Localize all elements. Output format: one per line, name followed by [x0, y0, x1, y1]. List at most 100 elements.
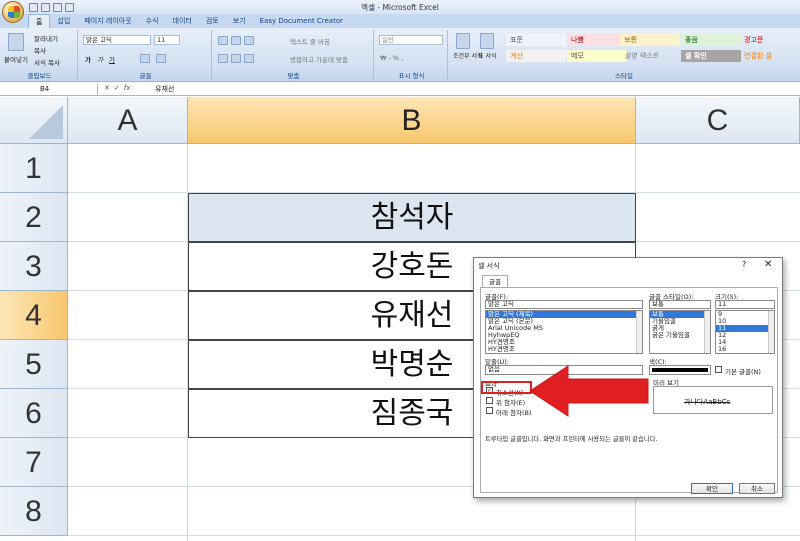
print-preview-icon[interactable]: [65, 2, 74, 12]
italic-button[interactable]: 가: [97, 54, 103, 64]
normal-font-label: 기본 글꼴(N): [725, 368, 761, 376]
style-good[interactable]: 좋음: [681, 34, 741, 46]
align-center-icon[interactable]: [231, 54, 241, 63]
font-color-icon[interactable]: [156, 54, 166, 63]
merge-center-button[interactable]: 병합하고 가운데 맞춤: [290, 54, 348, 64]
row-header-7[interactable]: 7: [0, 438, 68, 487]
align-left-icon[interactable]: [218, 54, 228, 63]
align-right-icon[interactable]: [244, 54, 254, 63]
scrollbar[interactable]: [636, 311, 642, 353]
bold-button[interactable]: 가: [85, 54, 91, 64]
style-bad[interactable]: 나쁨: [567, 34, 627, 46]
tab-review[interactable]: 검토: [199, 14, 226, 28]
tab-view[interactable]: 보기: [226, 14, 253, 28]
title-bar: 엑셀 - Microsoft Excel: [0, 0, 800, 14]
office-button[interactable]: [2, 1, 24, 23]
tab-font[interactable]: 글꼴: [482, 275, 508, 287]
row-header-3[interactable]: 3: [0, 242, 68, 291]
style-input[interactable]: 보통: [649, 300, 711, 309]
formula-bar: B4 ✕ ✓ fx 유재선: [0, 83, 800, 96]
formula-input[interactable]: 유재선: [155, 83, 174, 96]
row-header-6[interactable]: 6: [0, 389, 68, 438]
cut-button[interactable]: 잘라내기: [34, 33, 58, 43]
number-label: 표시 형식: [398, 72, 425, 80]
ribbon-tabs: 홈 삽입 페이지 레이아웃 수식 데이터 검토 보기 Easy Document…: [0, 14, 800, 28]
list-item[interactable]: 굵은 기울임꼴: [650, 332, 710, 339]
paste-icon[interactable]: [8, 33, 24, 51]
row-header-1[interactable]: 1: [0, 144, 68, 193]
highlight-box: [481, 381, 532, 394]
row-header-2[interactable]: 2: [0, 193, 68, 242]
currency-button[interactable]: ₩ - % ,: [380, 54, 403, 62]
scrollbar[interactable]: [768, 311, 774, 353]
copy-button[interactable]: 복사: [34, 45, 46, 55]
tab-home[interactable]: 홈: [28, 14, 51, 28]
align-bottom-icon[interactable]: [244, 36, 254, 45]
fill-color-icon[interactable]: [140, 54, 150, 63]
superscript-checkbox[interactable]: [486, 397, 493, 404]
format-as-table-button[interactable]: 표 서식: [478, 51, 496, 60]
column-header-b[interactable]: B: [188, 97, 636, 144]
font-list[interactable]: 맑은 고딕 (제목) 맑은 고딕 (본문) Arial Unicode MS H…: [485, 310, 643, 354]
cell-b2[interactable]: 참석자: [188, 193, 636, 242]
font-input[interactable]: 맑은 고딕: [485, 300, 643, 309]
column-header-a[interactable]: A: [68, 97, 188, 144]
scrollbar[interactable]: [704, 311, 710, 353]
style-explanatory[interactable]: 설명 텍스트: [620, 50, 680, 62]
style-calculation[interactable]: 계산: [506, 50, 566, 62]
undo-icon[interactable]: [41, 2, 50, 12]
cancel-icon[interactable]: ✕: [104, 84, 110, 92]
style-note[interactable]: 메모: [567, 50, 627, 62]
tab-page-layout[interactable]: 페이지 레이아웃: [77, 14, 138, 28]
subscript-label: 아래 첨자(B): [496, 409, 532, 417]
font-size-box[interactable]: 11: [154, 35, 180, 45]
style-normal[interactable]: 표준: [506, 34, 566, 46]
row-header-4[interactable]: 4: [0, 291, 68, 340]
insert-function-icon[interactable]: fx: [124, 84, 131, 92]
align-middle-icon[interactable]: [231, 36, 241, 45]
alignment-label: 맞춤: [287, 72, 300, 80]
size-list[interactable]: 9 10 11 12 14 16: [715, 310, 775, 354]
list-item[interactable]: HY견명조: [486, 346, 642, 353]
ok-button[interactable]: 확인: [691, 483, 733, 494]
normal-font-checkbox[interactable]: [715, 366, 722, 373]
cancel-button[interactable]: 취소: [739, 483, 775, 494]
style-list[interactable]: 보통 기울임꼴 굵게 굵은 기울임꼴: [649, 310, 711, 354]
row-header-5[interactable]: 5: [0, 340, 68, 389]
list-item[interactable]: 16: [716, 346, 774, 353]
style-check-cell[interactable]: 셀 확인: [681, 50, 741, 62]
format-as-table-icon[interactable]: [480, 33, 494, 49]
tab-insert[interactable]: 삽입: [50, 14, 77, 28]
tab-data[interactable]: 데이터: [166, 14, 199, 28]
alignment-group: 텍스트 줄 바꿈 병합하고 가운데 맞춤 맞춤: [214, 30, 374, 80]
style-input-value: 보통: [652, 300, 664, 308]
close-icon[interactable]: ✕: [764, 259, 772, 270]
style-warning[interactable]: 경고문: [740, 34, 800, 46]
save-icon[interactable]: [29, 2, 38, 12]
row-header-8[interactable]: 8: [0, 487, 68, 536]
office-logo-icon: [8, 6, 20, 18]
format-painter-button[interactable]: 서식 복사: [34, 57, 60, 67]
tab-easy-document-creator[interactable]: Easy Document Creator: [253, 14, 350, 28]
help-icon[interactable]: ?: [742, 260, 746, 269]
redo-icon[interactable]: [53, 2, 62, 12]
wrap-text-button[interactable]: 텍스트 줄 바꿈: [290, 36, 330, 46]
ribbon: 붙여넣기 잘라내기 복사 서식 복사 클립보드 맑은 고딕 11 가 가 가 글…: [0, 28, 800, 82]
arrow-shape: [529, 365, 649, 417]
paste-button[interactable]: 붙여넣기: [4, 54, 28, 64]
number-format-box[interactable]: 일반: [379, 35, 443, 45]
underline-button[interactable]: 가: [109, 54, 115, 64]
align-top-icon[interactable]: [218, 36, 228, 45]
subscript-checkbox[interactable]: [486, 407, 493, 414]
style-neutral[interactable]: 보통: [620, 34, 680, 46]
name-box[interactable]: B4: [0, 83, 98, 96]
column-header-c[interactable]: C: [636, 97, 800, 144]
font-name-box[interactable]: 맑은 고딕: [83, 35, 151, 45]
tab-formulas[interactable]: 수식: [139, 14, 166, 28]
conditional-format-icon[interactable]: [456, 33, 470, 49]
superscript-label: 위 첨자(E): [496, 399, 526, 407]
style-linked-cell[interactable]: 연결된 셀: [740, 50, 800, 62]
select-all-corner[interactable]: [0, 97, 68, 144]
size-input[interactable]: 11: [715, 300, 775, 309]
enter-icon[interactable]: ✓: [114, 84, 120, 92]
